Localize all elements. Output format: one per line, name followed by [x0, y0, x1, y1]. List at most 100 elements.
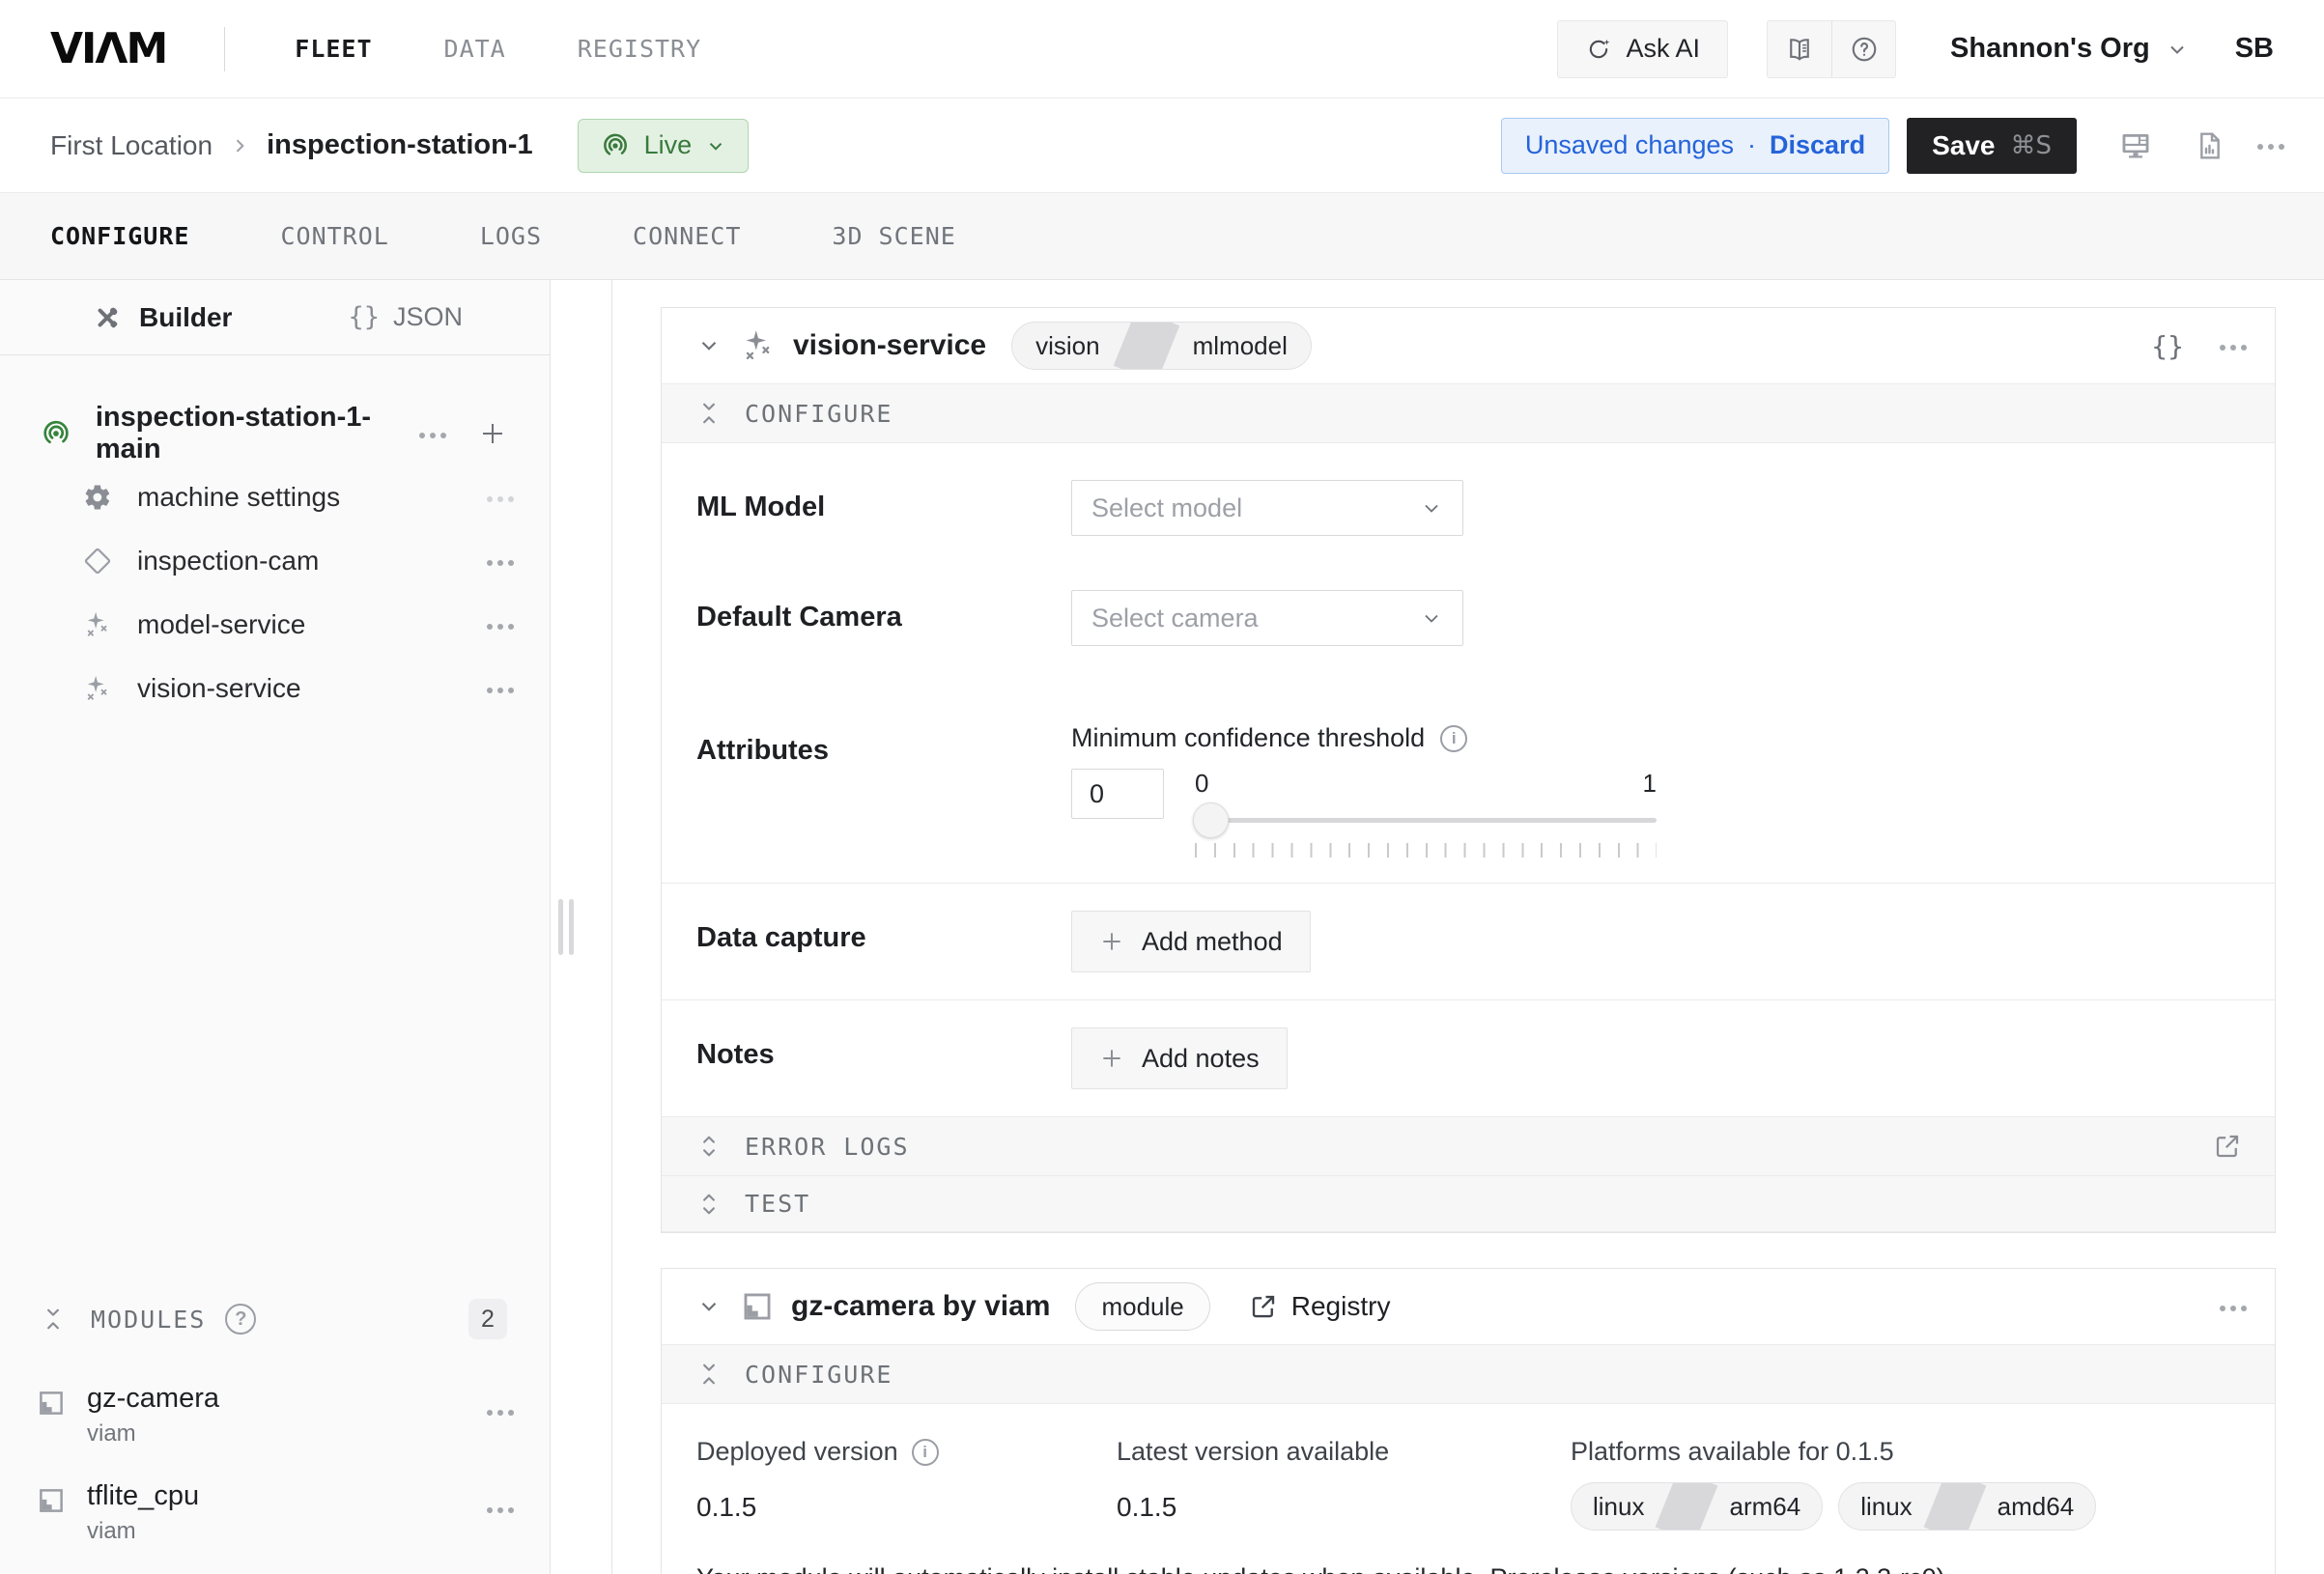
deployed-version-label: Deployed version — [696, 1437, 898, 1467]
module-org: viam — [87, 1518, 199, 1545]
tab-configure[interactable]: CONFIGURE — [50, 222, 189, 250]
card-title: vision-service — [793, 329, 986, 362]
tree-item-vision-service[interactable]: vision-service — [0, 657, 550, 720]
more-options-icon[interactable] — [494, 678, 507, 700]
slider-track[interactable] — [1195, 818, 1657, 823]
add-method-label: Add method — [1142, 927, 1283, 957]
viam-logo[interactable]: VIΛM — [50, 24, 166, 73]
more-options-icon[interactable] — [2226, 335, 2240, 357]
attributes-label: Attributes — [696, 723, 1071, 857]
more-options-icon[interactable] — [494, 614, 507, 636]
info-icon[interactable]: i — [912, 1439, 939, 1466]
error-logs-section-header: ERROR LOGS — [662, 1116, 2275, 1176]
diamond-icon — [79, 547, 116, 576]
nav-item-registry[interactable]: REGISTRY — [578, 35, 701, 63]
configure-fields: ML Model Select model Default Camera Sel… — [662, 443, 2275, 883]
machine-dashboard-icon[interactable] — [2119, 129, 2152, 162]
unsaved-changes-label: Unsaved changes — [1525, 130, 1734, 160]
ml-model-select[interactable]: Select model — [1071, 480, 1463, 536]
collapse-section-icon[interactable] — [696, 1362, 722, 1387]
add-method-button[interactable]: Add method — [1071, 911, 1311, 972]
more-options-icon[interactable] — [2268, 138, 2274, 153]
builder-json-toggle: Builder {} JSON — [0, 280, 550, 355]
machine-tab-bar: CONFIGURE CONTROL LOGS CONNECT 3D SCENE — [0, 193, 2324, 280]
tree-root-machine-part[interactable]: inspection-station-1-main — [0, 402, 550, 465]
ai-refresh-sparkle-icon — [1585, 36, 1612, 63]
modules-count-badge: 2 — [468, 1299, 507, 1339]
tools-icon — [93, 303, 122, 332]
collapse-card-icon[interactable] — [696, 333, 722, 358]
tab-connect[interactable]: CONNECT — [633, 222, 741, 250]
collapse-section-icon[interactable] — [37, 1303, 70, 1335]
info-icon[interactable]: i — [1440, 725, 1467, 752]
latest-version-label: Latest version available — [1117, 1437, 1389, 1467]
json-toggle-button[interactable]: {} JSON — [348, 302, 463, 332]
expand-section-icon[interactable] — [696, 1134, 722, 1159]
card-title: gz-camera by viam — [791, 1290, 1050, 1323]
view-json-icon[interactable]: {} — [2151, 330, 2184, 362]
tab-control[interactable]: CONTROL — [280, 222, 388, 250]
more-options-icon[interactable] — [494, 550, 507, 573]
more-options-icon[interactable] — [2226, 1296, 2240, 1318]
save-shortcut: ⌘S — [2010, 131, 2052, 160]
registry-link[interactable]: Registry — [1249, 1291, 1391, 1322]
badge-divider — [1113, 322, 1178, 370]
nav-item-fleet[interactable]: FLEET — [295, 35, 372, 63]
module-icon — [37, 1389, 66, 1418]
platform-arch: arm64 — [1708, 1492, 1822, 1522]
more-options-icon[interactable] — [494, 1498, 507, 1520]
docs-book-icon[interactable] — [1768, 21, 1831, 77]
broadcast-icon — [600, 130, 631, 161]
threshold-input[interactable] — [1071, 769, 1164, 819]
badge-divider — [1656, 1482, 1718, 1531]
add-component-icon[interactable] — [478, 419, 507, 448]
save-button[interactable]: Save ⌘S — [1907, 118, 2077, 174]
collapse-section-icon[interactable] — [696, 401, 722, 426]
default-camera-select[interactable]: Select camera — [1071, 590, 1463, 646]
tab-3d-scene[interactable]: 3D SCENE — [832, 222, 955, 250]
nav-item-data[interactable]: DATA — [444, 35, 506, 63]
modules-help-icon[interactable]: ? — [225, 1304, 256, 1335]
threshold-slider: 0 1 — [1195, 769, 1657, 857]
unsaved-changes-banner: Unsaved changes · Discard — [1501, 118, 1889, 174]
tree-item-model-service[interactable]: model-service — [0, 593, 550, 657]
add-notes-button[interactable]: Add notes — [1071, 1027, 1288, 1089]
module-list-item-tflite-cpu[interactable]: tflite_cpu viam — [37, 1480, 507, 1545]
more-options-icon[interactable] — [426, 423, 439, 445]
org-name: Shannon's Org — [1950, 33, 2150, 65]
discard-button[interactable]: Discard — [1770, 130, 1865, 160]
collapse-card-icon[interactable] — [696, 1294, 722, 1319]
resource-tree: inspection-station-1-main machine settin… — [0, 355, 550, 1288]
machine-report-icon[interactable] — [2195, 130, 2225, 161]
platforms-label: Platforms available for 0.1.5 — [1571, 1437, 1894, 1467]
tree-item-inspection-cam[interactable]: inspection-cam — [0, 529, 550, 593]
sidebar-drag-handle[interactable] — [558, 899, 574, 955]
slider-handle[interactable] — [1193, 802, 1229, 838]
builder-toggle-button[interactable]: Builder — [93, 302, 232, 333]
default-camera-label: Default Camera — [696, 590, 1071, 646]
slider-ticks — [1195, 843, 1657, 857]
latest-version-value: 0.1.5 — [1117, 1492, 1571, 1523]
help-icon[interactable] — [1831, 21, 1895, 77]
configure-label: CONFIGURE — [745, 1361, 893, 1389]
breadcrumb-location[interactable]: First Location — [50, 130, 213, 161]
platform-badge: linux arm64 — [1571, 1482, 1823, 1531]
test-section-header: TEST — [662, 1176, 2275, 1232]
module-name: gz-camera — [87, 1383, 219, 1415]
json-label: JSON — [393, 302, 463, 332]
expand-section-icon[interactable] — [696, 1192, 722, 1217]
open-logs-external-icon[interactable] — [2209, 1128, 2246, 1165]
org-switcher[interactable]: Shannon's Org — [1950, 33, 2189, 65]
more-options-icon[interactable] — [494, 1400, 507, 1422]
avatar[interactable]: SB — [2235, 33, 2274, 65]
error-logs-label: ERROR LOGS — [745, 1133, 910, 1161]
ask-ai-button[interactable]: Ask AI — [1557, 20, 1728, 78]
breadcrumb-separator-icon — [230, 136, 249, 155]
tab-logs[interactable]: LOGS — [480, 222, 542, 250]
tree-item-machine-settings[interactable]: machine settings — [0, 465, 550, 529]
nav-divider — [224, 27, 225, 71]
module-list-item-gz-camera[interactable]: gz-camera viam — [37, 1383, 507, 1448]
more-options-icon[interactable] — [494, 487, 507, 509]
live-status-badge[interactable]: Live — [578, 119, 750, 173]
chevron-down-icon — [705, 135, 726, 156]
